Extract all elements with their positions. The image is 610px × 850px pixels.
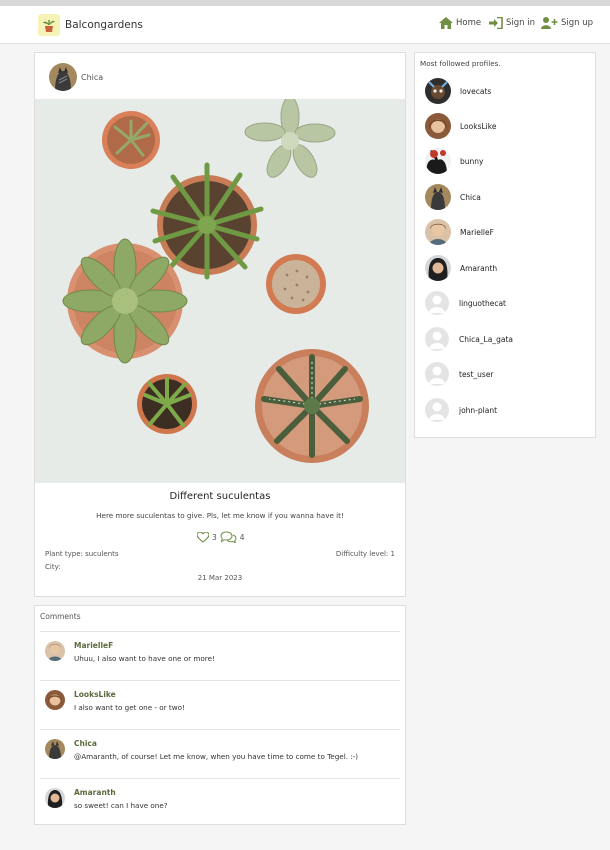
- comments-title: Comments: [40, 612, 81, 621]
- profile-name: Chica_La_gata: [459, 334, 513, 344]
- nav-sign-in[interactable]: Sign in: [489, 17, 535, 29]
- post-date: 21 Mar 2023: [197, 574, 243, 582]
- profile-name: lovecats: [460, 86, 492, 96]
- comment-author[interactable]: Amaranth ·: [74, 788, 124, 797]
- profile-item[interactable]: linguothecat: [425, 291, 506, 315]
- profile-item[interactable]: MarielleF: [425, 219, 494, 245]
- potted-plant-icon: [38, 14, 60, 36]
- avatar[interactable]: [49, 63, 77, 91]
- profile-name: LooksLike: [460, 121, 497, 131]
- avatar[interactable]: [45, 641, 65, 661]
- nav-home-label: Home: [456, 18, 482, 28]
- default-avatar-icon: [425, 362, 449, 386]
- comment-text: so sweet! can I have one?: [74, 801, 168, 810]
- heart-icon[interactable]: [197, 531, 209, 543]
- post-stats: 3 4: [197, 531, 245, 543]
- avatar: [425, 148, 451, 174]
- profile-item[interactable]: Chica: [425, 184, 481, 210]
- city: City:: [45, 563, 61, 571]
- home-icon: [439, 17, 453, 29]
- profile-item[interactable]: LooksLike: [425, 113, 496, 139]
- brand-name: Balcongardens: [65, 19, 143, 31]
- comments-count: 4: [239, 532, 245, 542]
- comment-item: Amaranth · so sweet! can I have one?: [40, 778, 400, 824]
- avatar: [425, 255, 451, 281]
- comment-author[interactable]: MarielleF ·: [74, 641, 122, 650]
- avatar: [425, 219, 451, 245]
- profile-item[interactable]: Chica_La_gata: [425, 327, 513, 351]
- avatar[interactable]: [45, 739, 65, 759]
- avatar: [425, 184, 451, 210]
- most-followed-card: Most followed profiles. lovecats LooksLi…: [414, 52, 596, 438]
- plant-type: Plant type: suculents: [45, 550, 119, 558]
- post-card: Chica Different suculentas Here more suc…: [34, 52, 406, 597]
- post-description: Here more suculentas to give. Pls, let m…: [96, 511, 344, 520]
- comment-item: Chica · @Amaranth, of course! Let me know…: [40, 729, 400, 778]
- comment-item: MarielleF · Uhuu, I also want to have one…: [40, 631, 400, 680]
- nav-home[interactable]: Home: [439, 17, 481, 29]
- post-title: Different suculentas: [169, 491, 271, 502]
- profile-name: Chica: [460, 192, 481, 202]
- profile-name: test_user: [459, 369, 494, 379]
- profile-name: Amaranth: [460, 263, 498, 273]
- avatar: [425, 113, 451, 139]
- profile-name: linguothecat: [459, 298, 506, 308]
- profile-item[interactable]: Amaranth: [425, 255, 497, 281]
- sign-in-icon: [489, 17, 503, 29]
- comments-card: Comments MarielleF · Uhuu, I also want to…: [34, 605, 406, 825]
- most-followed-title: Most followed profiles.: [420, 59, 501, 68]
- nav-sign-in-label: Sign in: [506, 18, 535, 28]
- difficulty-level: Difficulty level: 1: [335, 550, 395, 558]
- avatar[interactable]: [45, 690, 65, 710]
- profile-item[interactable]: lovecats: [425, 78, 491, 104]
- default-avatar-icon: [425, 291, 449, 315]
- profile-name: MarielleF: [460, 227, 494, 237]
- post-image: [35, 99, 405, 483]
- profile-item[interactable]: bunny: [425, 148, 483, 174]
- profile-item[interactable]: john-plant: [425, 398, 497, 422]
- user-plus-icon: [541, 17, 558, 29]
- comment-author[interactable]: LooksLike ·: [74, 690, 124, 699]
- nav-sign-up-label: Sign up: [561, 18, 594, 28]
- brand-link[interactable]: Balcongardens: [38, 14, 143, 36]
- profile-name: bunny: [460, 156, 484, 166]
- avatar[interactable]: [45, 788, 65, 808]
- post-header: Chica: [49, 63, 103, 91]
- comments-icon: [220, 531, 237, 543]
- comment-text: @Amaranth, of course! Let me know, when …: [74, 752, 359, 761]
- post-author[interactable]: Chica: [81, 73, 103, 82]
- comment-text: Uhuu, I also want to have one or more!: [74, 654, 215, 663]
- comment-text: I also want to get one - or two!: [74, 703, 185, 712]
- avatar: [425, 78, 451, 104]
- likes-count: 3: [212, 532, 217, 542]
- comment-author[interactable]: Chica ·: [74, 739, 105, 748]
- default-avatar-icon: [425, 327, 449, 351]
- default-avatar-icon: [425, 398, 449, 422]
- nav-sign-up[interactable]: Sign up: [541, 17, 593, 29]
- navbar: Balcongardens Home Sign in Sign up: [0, 6, 610, 44]
- comment-item: LooksLike · I also want to get one - or t…: [40, 680, 400, 729]
- profile-name: john-plant: [459, 405, 498, 415]
- profile-item[interactable]: test_user: [425, 362, 494, 386]
